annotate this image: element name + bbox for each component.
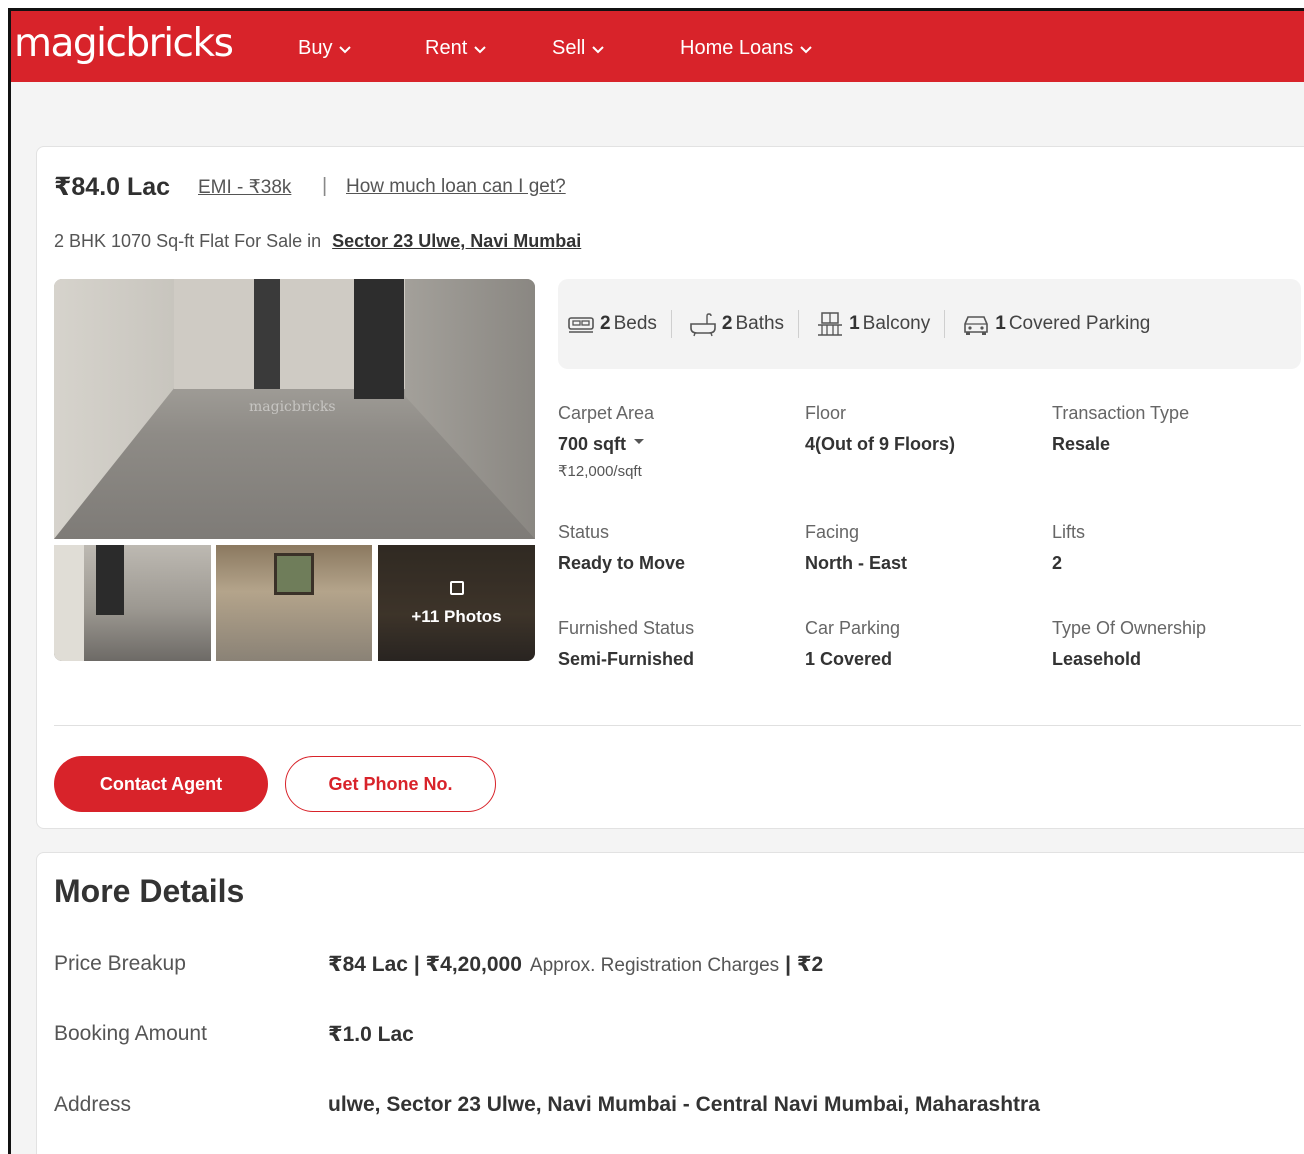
browser-viewport: magicbricks Buy Rent Sell Home Loans ₹84… bbox=[8, 8, 1304, 1154]
contact-agent-button[interactable]: Contact Agent bbox=[54, 756, 268, 812]
chevron-down-icon bbox=[474, 45, 486, 53]
main-property-photo[interactable]: magicbricks bbox=[54, 279, 535, 539]
detail-label: Booking Amount bbox=[54, 1022, 207, 1045]
spec-label: Floor bbox=[805, 403, 847, 423]
more-photos-label: +11 Photos bbox=[411, 607, 502, 626]
section-title: More Details bbox=[54, 873, 245, 909]
spec-value: Leasehold bbox=[1052, 649, 1142, 669]
baths-label: Baths bbox=[735, 313, 785, 334]
spec-label: Facing bbox=[805, 522, 860, 542]
property-price: ₹84.0 Lac bbox=[54, 173, 171, 201]
top-nav-bar: magicbricks Buy Rent Sell Home Loans bbox=[11, 11, 1304, 82]
nav-rent[interactable]: Rent bbox=[425, 37, 487, 60]
nav-home-loans-label: Home Loans bbox=[680, 37, 794, 59]
spec-label: Furnished Status bbox=[558, 618, 695, 638]
nav-rent-label: Rent bbox=[425, 37, 468, 59]
amenity-beds: 2 Beds bbox=[566, 309, 671, 339]
spec-value: 1 Covered bbox=[805, 649, 893, 669]
spec-status: Status Ready to Move bbox=[558, 522, 685, 574]
price-separator: | bbox=[322, 175, 328, 197]
spec-facing: Facing North - East bbox=[805, 522, 907, 574]
emi-link[interactable]: EMI - ₹38k bbox=[198, 176, 291, 199]
spec-value: Semi-Furnished bbox=[558, 649, 695, 669]
magicbricks-logo[interactable]: magicbricks bbox=[14, 21, 234, 66]
photo-gallery-icon bbox=[450, 581, 464, 595]
price-breakup-main: ₹84 Lac | ₹4,20,000 bbox=[328, 953, 522, 976]
amenities-summary: 2 Beds 2 Baths 1 Balcony 1 Covered Parki… bbox=[558, 279, 1301, 369]
carpet-area-value[interactable]: 700 sqft bbox=[558, 434, 654, 455]
card-divider bbox=[54, 725, 1301, 726]
spec-car-parking: Car Parking 1 Covered bbox=[805, 618, 900, 670]
spec-value: 4(Out of 9 Floors) bbox=[805, 434, 955, 454]
beds-label: Beds bbox=[613, 313, 657, 334]
price-breakup-tail: | ₹2 bbox=[785, 953, 824, 976]
locality-link[interactable]: Sector 23 Ulwe, Navi Mumbai bbox=[332, 231, 581, 251]
bath-icon bbox=[690, 313, 716, 337]
photo-watermark: magicbricks bbox=[249, 399, 336, 415]
spec-label: Type Of Ownership bbox=[1052, 618, 1207, 638]
spec-value: North - East bbox=[805, 553, 908, 573]
spec-value: Ready to Move bbox=[558, 553, 686, 573]
property-type-text: 2 BHK 1070 Sq-ft Flat For Sale in bbox=[54, 231, 322, 251]
spec-ownership: Type Of Ownership Leasehold bbox=[1052, 618, 1206, 670]
detail-value: ₹84 Lac | ₹4,20,000 Approx. Registration … bbox=[328, 952, 823, 977]
spec-lifts: Lifts 2 bbox=[1052, 522, 1085, 574]
spec-label: Lifts bbox=[1052, 522, 1086, 542]
spec-value: Resale bbox=[1052, 434, 1111, 454]
spec-label: Car Parking bbox=[805, 618, 901, 638]
spec-label: Transaction Type bbox=[1052, 403, 1190, 423]
baths-count: 2 bbox=[721, 313, 733, 334]
photo-thumbnail[interactable] bbox=[54, 545, 211, 661]
spec-label: Carpet Area bbox=[558, 403, 655, 423]
spec-floor: Floor 4(Out of 9 Floors) bbox=[805, 403, 955, 455]
chevron-down-icon bbox=[592, 45, 605, 53]
spec-label: Status bbox=[558, 522, 610, 542]
spec-value: 2 bbox=[1052, 553, 1063, 573]
nav-home-loans[interactable]: Home Loans bbox=[680, 37, 813, 60]
photo-thumbnail[interactable] bbox=[216, 545, 372, 661]
amenity-parking: 1 Covered Parking bbox=[961, 309, 1164, 339]
detail-value: ulwe, Sector 23 Ulwe, Navi Mumbai - Cent… bbox=[328, 1093, 1040, 1116]
bed-icon bbox=[568, 317, 594, 333]
balcony-icon bbox=[818, 312, 843, 336]
car-icon bbox=[964, 316, 989, 335]
nav-buy[interactable]: Buy bbox=[298, 37, 352, 60]
chevron-down-icon bbox=[800, 45, 813, 53]
more-details-section: More Details Price Breakup ₹84 Lac | ₹4,… bbox=[36, 852, 1304, 1154]
price-per-sqft: ₹12,000/sqft bbox=[558, 463, 642, 480]
property-card: ₹84.0 Lac EMI - ₹38k | How much loan can… bbox=[36, 146, 1304, 829]
nav-sell-label: Sell bbox=[552, 37, 586, 59]
parking-count: 1 bbox=[995, 313, 1006, 334]
detail-label: Price Breakup bbox=[54, 952, 186, 975]
parking-label: Covered Parking bbox=[1008, 313, 1151, 334]
detail-value: ₹1.0 Lac bbox=[328, 1023, 414, 1046]
amenity-balcony: 1 Balcony bbox=[815, 309, 944, 339]
spec-carpet-area: Carpet Area 700 sqft ₹12,000/sqft bbox=[558, 403, 654, 480]
balcony-count: 1 bbox=[849, 313, 860, 334]
unit-dropdown-icon[interactable] bbox=[634, 438, 645, 444]
nav-buy-label: Buy bbox=[298, 37, 333, 59]
detail-label: Address bbox=[54, 1093, 132, 1116]
get-phone-button[interactable]: Get Phone No. bbox=[285, 756, 496, 812]
nav-sell[interactable]: Sell bbox=[552, 37, 605, 60]
registration-note: Approx. Registration Charges bbox=[529, 955, 780, 976]
chevron-down-icon bbox=[339, 45, 352, 53]
property-subtitle: 2 BHK 1070 Sq-ft Flat For Sale in Sector… bbox=[54, 231, 581, 252]
amenity-baths: 2 Baths bbox=[688, 309, 798, 339]
balcony-label: Balcony bbox=[862, 313, 931, 334]
loan-eligibility-link[interactable]: How much loan can I get? bbox=[346, 176, 566, 198]
more-photos-thumbnail[interactable]: +11 Photos bbox=[378, 545, 535, 661]
spec-transaction-type: Transaction Type Resale bbox=[1052, 403, 1189, 455]
spec-furnished-status: Furnished Status Semi-Furnished bbox=[558, 618, 694, 670]
beds-count: 2 bbox=[600, 313, 611, 334]
